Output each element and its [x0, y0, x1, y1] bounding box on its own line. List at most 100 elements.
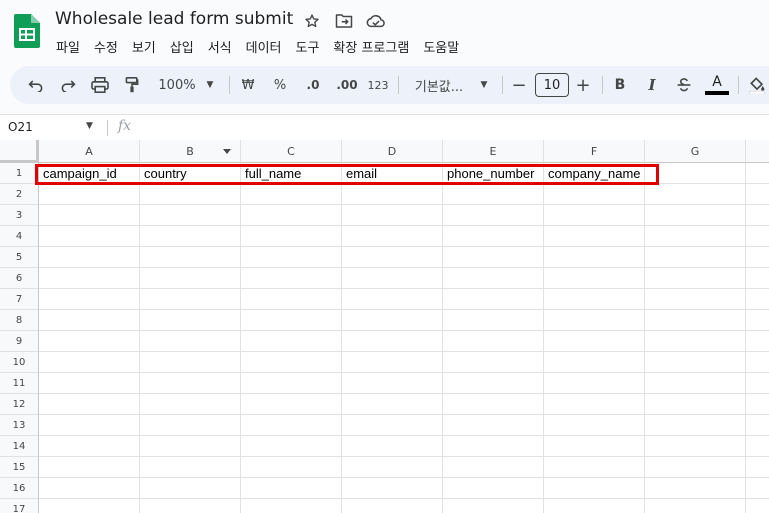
cell-b12[interactable]	[140, 394, 241, 415]
cell-a7[interactable]	[39, 289, 140, 310]
column-header-h[interactable]	[746, 140, 769, 163]
cell-g8[interactable]	[645, 310, 746, 331]
cell-h4[interactable]	[746, 226, 769, 247]
row-header-6[interactable]: 6	[0, 268, 39, 289]
cell-g1[interactable]	[645, 163, 746, 184]
cell-f2[interactable]	[544, 184, 645, 205]
strikethrough-icon[interactable]	[674, 66, 694, 104]
cell-a14[interactable]	[39, 436, 140, 457]
row-header-17[interactable]: 17	[0, 499, 39, 513]
cell-a8[interactable]	[39, 310, 140, 331]
cell-d15[interactable]	[342, 457, 443, 478]
cell-e6[interactable]	[443, 268, 544, 289]
text-color-button[interactable]: A	[704, 66, 730, 104]
menu-file[interactable]: 파일	[49, 35, 87, 58]
row-header-15[interactable]: 15	[0, 457, 39, 478]
chevron-down-icon[interactable]: ▼	[86, 121, 93, 131]
cell-b10[interactable]	[140, 352, 241, 373]
row-header-1[interactable]: 1	[0, 163, 39, 184]
row-header-13[interactable]: 13	[0, 415, 39, 436]
cell-f11[interactable]	[544, 373, 645, 394]
row-header-10[interactable]: 10	[0, 352, 39, 373]
cell-f14[interactable]	[544, 436, 645, 457]
cell-e11[interactable]	[443, 373, 544, 394]
decrease-font-size-icon[interactable]: −	[510, 66, 528, 104]
cell-e12[interactable]	[443, 394, 544, 415]
cell-d6[interactable]	[342, 268, 443, 289]
cell-c7[interactable]	[241, 289, 342, 310]
cell-b1[interactable]: country	[140, 163, 241, 184]
paint-format-icon[interactable]	[120, 66, 144, 104]
row-header-5[interactable]: 5	[0, 247, 39, 268]
cell-h17[interactable]	[746, 499, 769, 513]
cell-e16[interactable]	[443, 478, 544, 499]
column-header-e[interactable]: E	[443, 140, 544, 163]
cell-g13[interactable]	[645, 415, 746, 436]
cell-a13[interactable]	[39, 415, 140, 436]
cell-g9[interactable]	[645, 331, 746, 352]
cell-h12[interactable]	[746, 394, 769, 415]
menu-edit[interactable]: 수정	[87, 35, 125, 58]
star-icon[interactable]	[302, 11, 322, 31]
row-header-12[interactable]: 12	[0, 394, 39, 415]
cell-c13[interactable]	[241, 415, 342, 436]
cell-d16[interactable]	[342, 478, 443, 499]
cell-d11[interactable]	[342, 373, 443, 394]
cell-c2[interactable]	[241, 184, 342, 205]
cell-a12[interactable]	[39, 394, 140, 415]
cell-h2[interactable]	[746, 184, 769, 205]
cell-f1[interactable]: company_name	[544, 163, 645, 184]
bold-button[interactable]: B	[610, 66, 630, 104]
cell-a11[interactable]	[39, 373, 140, 394]
name-box[interactable]: O21	[8, 120, 33, 134]
font-family-select[interactable]: 기본값...	[408, 66, 470, 104]
cell-e9[interactable]	[443, 331, 544, 352]
cell-a2[interactable]	[39, 184, 140, 205]
cell-c9[interactable]	[241, 331, 342, 352]
cell-d2[interactable]	[342, 184, 443, 205]
cell-f9[interactable]	[544, 331, 645, 352]
increase-decimal-button[interactable]: .00	[332, 66, 362, 104]
cell-g11[interactable]	[645, 373, 746, 394]
column-header-c[interactable]: C	[241, 140, 342, 163]
cell-d12[interactable]	[342, 394, 443, 415]
cell-b15[interactable]	[140, 457, 241, 478]
cell-c12[interactable]	[241, 394, 342, 415]
column-header-a[interactable]: A	[39, 140, 140, 163]
row-header-11[interactable]: 11	[0, 373, 39, 394]
cell-f15[interactable]	[544, 457, 645, 478]
menu-data[interactable]: 데이터	[239, 35, 289, 58]
cell-a16[interactable]	[39, 478, 140, 499]
column-header-g[interactable]: G	[645, 140, 746, 163]
increase-font-size-icon[interactable]: +	[574, 66, 592, 104]
cell-b8[interactable]	[140, 310, 241, 331]
cell-b17[interactable]	[140, 499, 241, 513]
cell-c15[interactable]	[241, 457, 342, 478]
cell-h15[interactable]	[746, 457, 769, 478]
cell-b3[interactable]	[140, 205, 241, 226]
cell-g17[interactable]	[645, 499, 746, 513]
cell-g10[interactable]	[645, 352, 746, 373]
italic-button[interactable]: I	[642, 66, 662, 104]
cell-g14[interactable]	[645, 436, 746, 457]
column-header-d[interactable]: D	[342, 140, 443, 163]
percent-format-button[interactable]: %	[270, 66, 290, 104]
row-header-8[interactable]: 8	[0, 310, 39, 331]
menu-help[interactable]: 도움말	[416, 35, 466, 58]
cell-c3[interactable]	[241, 205, 342, 226]
redo-icon[interactable]	[56, 66, 80, 104]
column-header-f[interactable]: F	[544, 140, 645, 163]
cell-e2[interactable]	[443, 184, 544, 205]
cell-c14[interactable]	[241, 436, 342, 457]
cell-c4[interactable]	[241, 226, 342, 247]
cell-h13[interactable]	[746, 415, 769, 436]
cell-h6[interactable]	[746, 268, 769, 289]
menu-tools[interactable]: 도구	[289, 35, 327, 58]
menu-view[interactable]: 보기	[125, 35, 163, 58]
cell-e3[interactable]	[443, 205, 544, 226]
cell-d14[interactable]	[342, 436, 443, 457]
cell-f8[interactable]	[544, 310, 645, 331]
cell-e10[interactable]	[443, 352, 544, 373]
undo-icon[interactable]	[24, 66, 48, 104]
cell-d3[interactable]	[342, 205, 443, 226]
